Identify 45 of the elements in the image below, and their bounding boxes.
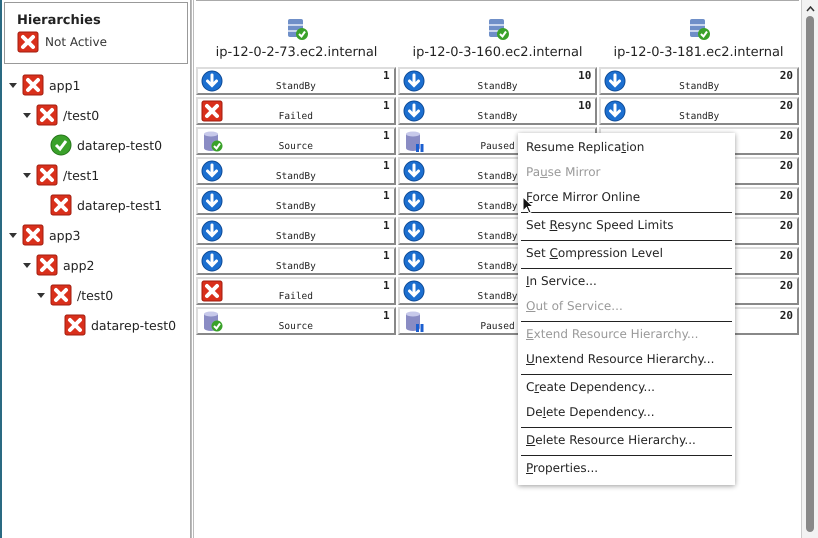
priority-number: 20	[780, 249, 794, 262]
priority-number: 20	[780, 279, 794, 292]
priority-number: 1	[383, 129, 390, 142]
server-name: ip-12-0-3-181.ec2.internal	[613, 45, 784, 60]
status-label: StandBy	[477, 111, 518, 122]
priority-number: 20	[780, 309, 794, 322]
priority-number: 1	[383, 99, 390, 112]
priority-number: 20	[780, 69, 794, 82]
priority-number: 1	[383, 309, 390, 322]
status-label: Source	[278, 321, 313, 332]
status-label: Failed	[278, 111, 313, 122]
priority-number: 20	[780, 129, 794, 142]
status-label: StandBy	[679, 81, 720, 92]
status-label: StandBy	[679, 111, 720, 122]
status-label: Paused	[480, 321, 515, 332]
priority-number: 1	[383, 159, 390, 172]
priority-number: 10	[578, 99, 592, 112]
priority-number: 1	[383, 279, 390, 292]
status-label: StandBy	[477, 291, 518, 302]
server-name: ip-12-0-3-160.ec2.internal	[412, 45, 583, 60]
priority-number: 1	[383, 249, 390, 262]
status-label: StandBy	[477, 231, 518, 242]
status-label: Source	[278, 141, 313, 152]
priority-number: 1	[383, 219, 390, 232]
status-label: StandBy	[477, 81, 518, 92]
priority-number: 20	[780, 219, 794, 232]
status-label: StandBy	[276, 81, 316, 92]
status-label: StandBy	[276, 171, 316, 182]
status-label: StandBy	[477, 201, 518, 212]
priority-number: 10	[578, 69, 592, 82]
status-label: Paused	[480, 141, 515, 152]
status-label: StandBy	[276, 261, 316, 272]
status-label: StandBy	[276, 231, 316, 242]
server-name: ip-12-0-2-73.ec2.internal	[216, 45, 378, 60]
priority-number: 20	[780, 189, 794, 202]
status-label: StandBy	[276, 201, 316, 212]
status-label: Failed	[278, 291, 313, 302]
priority-number: 20	[780, 99, 794, 112]
priority-number: 20	[780, 159, 794, 172]
priority-number: 1	[383, 189, 390, 202]
status-label: StandBy	[477, 261, 518, 272]
status-label: StandBy	[477, 171, 518, 182]
legend-label: Not Active	[45, 35, 107, 49]
priority-number: 1	[383, 69, 390, 82]
panel-title: Hierarchies	[17, 13, 102, 28]
